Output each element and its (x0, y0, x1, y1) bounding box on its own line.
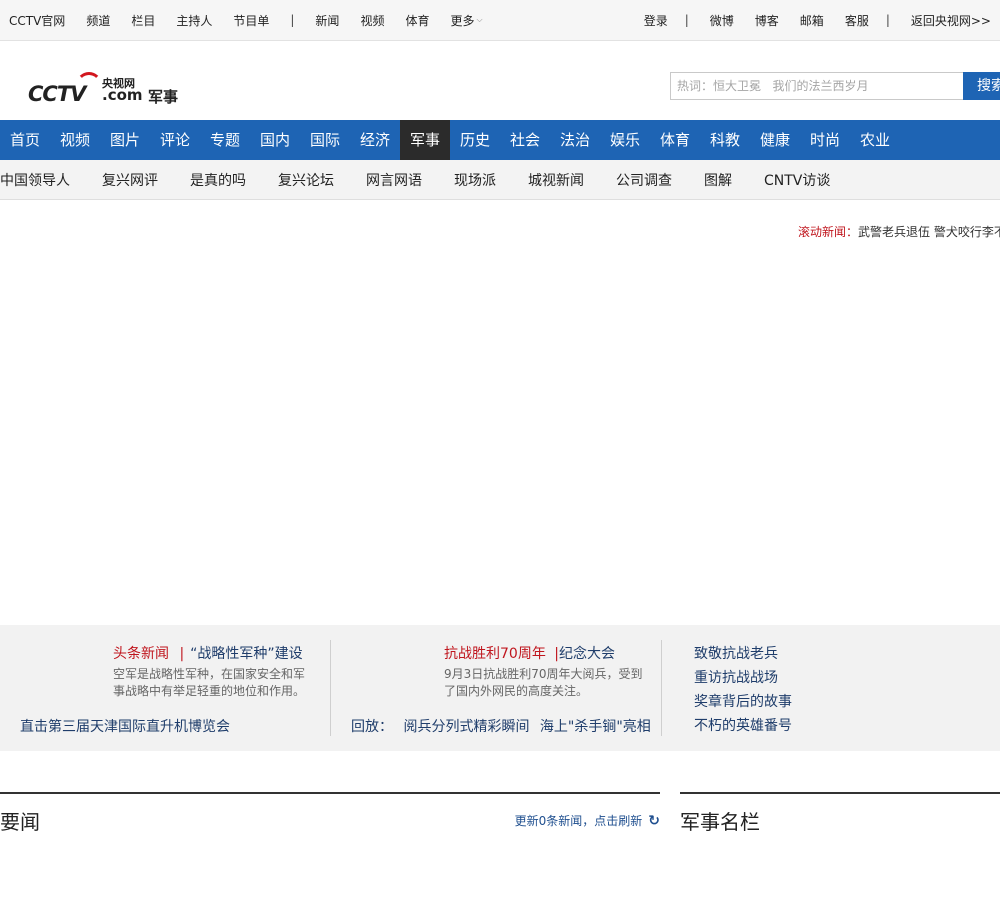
ticker-news-link[interactable]: 武警老兵退伍 警犬咬行李不放 (858, 225, 1000, 239)
search-button[interactable]: 搜索 (963, 72, 1000, 100)
search-input[interactable] (670, 72, 964, 100)
refresh-icon: ↻ (648, 813, 660, 829)
promo-band: 头条新闻 | “战略性军种”建设 空军是战略性军种，在国家安全和军事战略中有举足轻… (0, 625, 1000, 751)
subnav-fuxing-comment[interactable]: 复兴网评 (102, 170, 158, 190)
nav-comment[interactable]: 评论 (150, 120, 200, 160)
subnav-netizen-words[interactable]: 网言网语 (366, 170, 422, 190)
nav-video[interactable]: 视频 (50, 120, 100, 160)
subnav-fuxing-forum[interactable]: 复兴论坛 (278, 170, 334, 190)
anniversary-text: 纪念大会 (559, 646, 615, 662)
nav-health[interactable]: 健康 (750, 120, 800, 160)
refresh-news-label: 更新0条新闻，点击刷新 (514, 814, 643, 828)
nav-agriculture[interactable]: 农业 (850, 120, 900, 160)
top-link-more[interactable]: 更多 ⌵ (450, 12, 482, 29)
columns-section-title: 军事名栏 (680, 810, 760, 834)
nav-domestic[interactable]: 国内 (250, 120, 300, 160)
logo-swoosh-icon (76, 72, 102, 98)
top-bar-separator: | (684, 13, 689, 27)
search-box: 搜索 (670, 72, 1000, 100)
subnav-leaders[interactable]: 中国领导人 (0, 170, 70, 190)
nav-topics[interactable]: 专题 (200, 120, 250, 160)
medal-story-link[interactable]: 奖章背后的故事 (694, 691, 792, 711)
headline-separator: | (179, 646, 185, 662)
nav-fashion[interactable]: 时尚 (800, 120, 850, 160)
top-link-news[interactable]: 新闻 (315, 12, 339, 29)
promo-divider (330, 640, 331, 736)
sub-navigation: 中国领导人 复兴网评 是真的吗 复兴论坛 网言网语 现场派 城视新闻 公司调查 … (0, 160, 1000, 200)
subnav-cntv-interview[interactable]: CNTV访谈 (764, 170, 830, 190)
headline-text: “战略性军种”建设 (190, 646, 303, 662)
top-bar-separator: | (290, 13, 295, 27)
helicopter-expo-link[interactable]: 直击第三届天津国际直升机博览会 (20, 716, 230, 736)
top-link-sports[interactable]: 体育 (405, 12, 429, 29)
login-link[interactable]: 登录 (644, 12, 668, 29)
headline-description: 空军是战略性军种，在国家安全和军事战略中有举足轻重的地位和作用。 (113, 667, 306, 698)
top-link-more-label: 更多 (450, 13, 475, 28)
subnav-city-news[interactable]: 城视新闻 (528, 170, 584, 190)
nav-entertainment[interactable]: 娱乐 (600, 120, 650, 160)
top-link-video[interactable]: 视频 (360, 12, 384, 29)
back-to-cctv-link[interactable]: 返回央视网>> (911, 12, 991, 29)
anniversary-label: 抗战胜利70周年 (444, 646, 546, 662)
headline-title[interactable]: 头条新闻 | “战略性军种”建设 (113, 643, 303, 663)
replay-label: 回放： (351, 719, 393, 735)
ticker-label: 滚动新闻： (798, 225, 859, 239)
nav-society[interactable]: 社会 (500, 120, 550, 160)
replay-link-parade[interactable]: 阅兵分列式精彩瞬间 (403, 719, 529, 735)
top-bar-separator: | (885, 13, 890, 27)
chevron-down-icon: ⌵ (476, 14, 483, 24)
news-section-title: 要闻 (0, 810, 40, 834)
nav-pictures[interactable]: 图片 (100, 120, 150, 160)
nav-sports[interactable]: 体育 (650, 120, 700, 160)
main-navigation: 首页 视频 图片 评论 专题 国内 国际 经济 军事 历史 社会 法治 娱乐 体… (0, 120, 1000, 160)
weibo-link[interactable]: 微博 (710, 12, 734, 29)
columns-section-header: 军事名栏 (680, 792, 1000, 838)
nav-military[interactable]: 军事 (400, 120, 450, 160)
service-link[interactable]: 客服 (845, 12, 869, 29)
replay-links: 回放： 阅兵分列式精彩瞬间 海上"杀手锏"亮相 (351, 716, 651, 736)
subnav-on-site[interactable]: 现场派 (454, 170, 496, 190)
veterans-link[interactable]: 致敬抗战老兵 (694, 643, 778, 663)
nav-home[interactable]: 首页 (0, 120, 50, 160)
top-bar-right-links: 登录 | 微博 博客 邮箱 客服 | 返回央视网>> (623, 0, 991, 40)
promo-divider (661, 640, 662, 736)
top-link-programs[interactable]: 栏目 (131, 12, 155, 29)
blog-link[interactable]: 博客 (755, 12, 779, 29)
logo-com-text: .com (102, 86, 143, 104)
subnav-company-survey[interactable]: 公司调查 (616, 170, 672, 190)
logo-section-name: 军事 (148, 88, 179, 106)
scrolling-news-ticker: 滚动新闻：武警老兵退伍 警犬咬行李不放 (798, 223, 1000, 239)
top-bar-left-links: CCTV官网 频道 栏目 主持人 节目单 | 新闻 视频 体育 更多 ⌵ (9, 0, 504, 40)
nav-science[interactable]: 科教 (700, 120, 750, 160)
hero-unit-link[interactable]: 不朽的英雄番号 (694, 715, 792, 735)
anniversary-title[interactable]: 抗战胜利70周年 |纪念大会 (444, 643, 615, 663)
headline-label: 头条新闻 (113, 646, 169, 662)
refresh-news-button[interactable]: 更新0条新闻，点击刷新 ↻ (515, 812, 660, 829)
mail-link[interactable]: 邮箱 (800, 12, 824, 29)
nav-history[interactable]: 历史 (450, 120, 500, 160)
news-section-header: 要闻 更新0条新闻，点击刷新 ↻ (0, 792, 660, 838)
replay-link-navy[interactable]: 海上"杀手锏"亮相 (540, 719, 651, 735)
anniversary-description: 9月3日抗战胜利70周年大阅兵，受到了国内外网民的高度关注。 (444, 667, 643, 698)
battlefield-link[interactable]: 重访抗战战场 (694, 667, 778, 687)
nav-law[interactable]: 法治 (550, 120, 600, 160)
top-link-hosts[interactable]: 主持人 (176, 12, 212, 29)
top-link-schedule[interactable]: 节目单 (233, 12, 269, 29)
top-utility-bar: CCTV官网 频道 栏目 主持人 节目单 | 新闻 视频 体育 更多 ⌵ 登录 |… (0, 0, 1000, 41)
subnav-infographic[interactable]: 图解 (704, 170, 732, 190)
site-logo[interactable]: CCTV 央视网 .com 军事 (28, 72, 188, 108)
nav-international[interactable]: 国际 (300, 120, 350, 160)
top-link-channels[interactable]: 频道 (86, 12, 110, 29)
subnav-is-it-true[interactable]: 是真的吗 (190, 170, 246, 190)
top-link-cctv[interactable]: CCTV官网 (9, 12, 65, 29)
nav-economy[interactable]: 经济 (350, 120, 400, 160)
